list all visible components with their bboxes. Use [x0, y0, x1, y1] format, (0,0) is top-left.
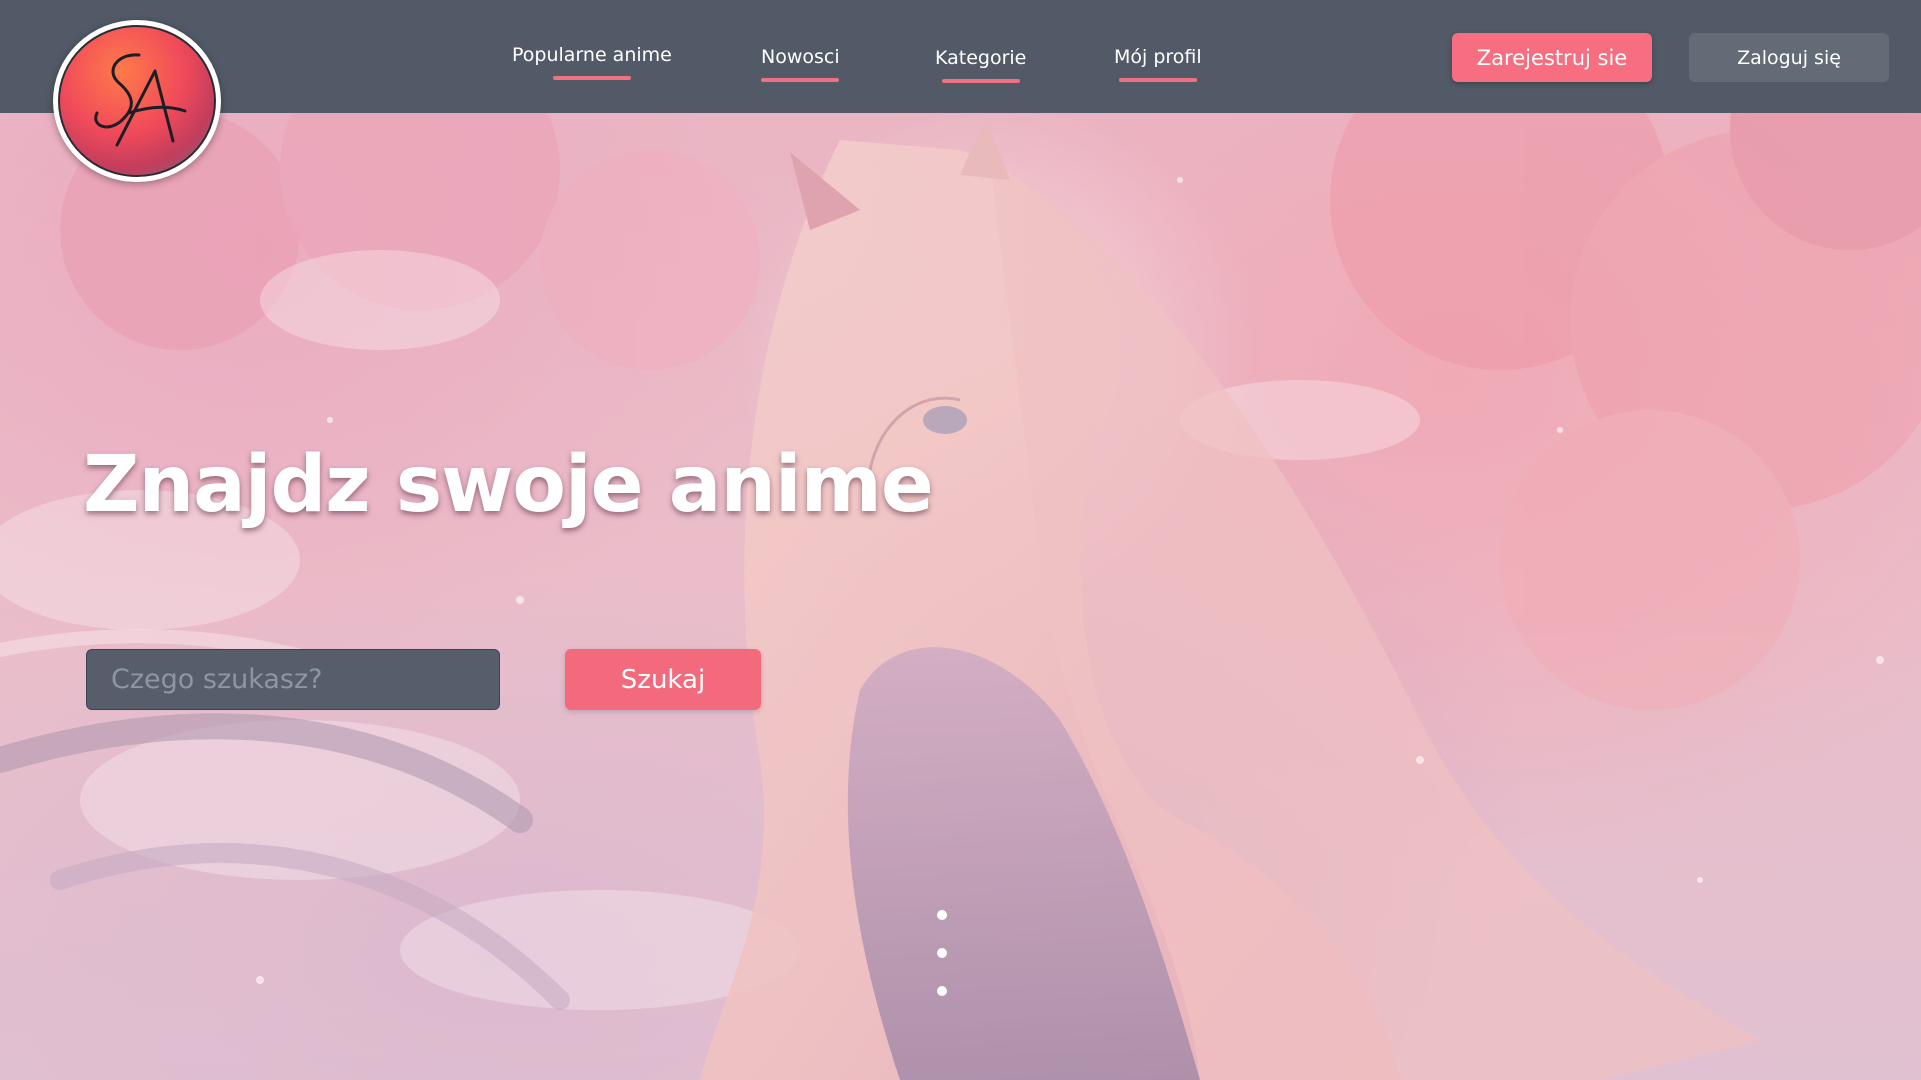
- carousel-dot-3[interactable]: [937, 986, 947, 996]
- nav-underline: [941, 79, 1020, 83]
- nav-popularne-anime[interactable]: Popularne anime: [512, 44, 672, 80]
- logo-monogram-icon: [94, 53, 187, 147]
- nav-underline: [761, 78, 840, 82]
- nav-moj-profil[interactable]: Mój profil: [1114, 46, 1202, 82]
- hero-background-illustration: [0, 0, 1921, 1080]
- search-button[interactable]: Szukaj: [565, 649, 761, 710]
- nav-kategorie[interactable]: Kategorie: [935, 47, 1026, 83]
- nav-label: Kategorie: [935, 47, 1027, 69]
- search-input[interactable]: [86, 649, 500, 710]
- top-navigation-bar: Popularne anime Nowosci Kategorie Mój pr…: [0, 0, 1921, 113]
- nav-label: Popularne anime: [512, 44, 672, 66]
- nav-underline: [1118, 78, 1197, 82]
- nav-nowosci[interactable]: Nowosci: [761, 46, 840, 82]
- sa-monogram-logo-icon: [58, 25, 216, 177]
- register-button[interactable]: Zarejestruj sie: [1452, 33, 1652, 82]
- hero-title: Znajdz swoje anime: [83, 440, 934, 530]
- carousel-dot-1[interactable]: [937, 910, 947, 920]
- landing-page: Popularne anime Nowosci Kategorie Mój pr…: [0, 0, 1921, 1080]
- login-button[interactable]: Zaloguj się: [1689, 33, 1889, 82]
- nav-label: Nowosci: [761, 46, 840, 68]
- site-logo[interactable]: [53, 20, 221, 182]
- nav-label: Mój profil: [1114, 46, 1202, 68]
- carousel-dot-2[interactable]: [937, 948, 947, 958]
- nav-underline: [552, 76, 631, 80]
